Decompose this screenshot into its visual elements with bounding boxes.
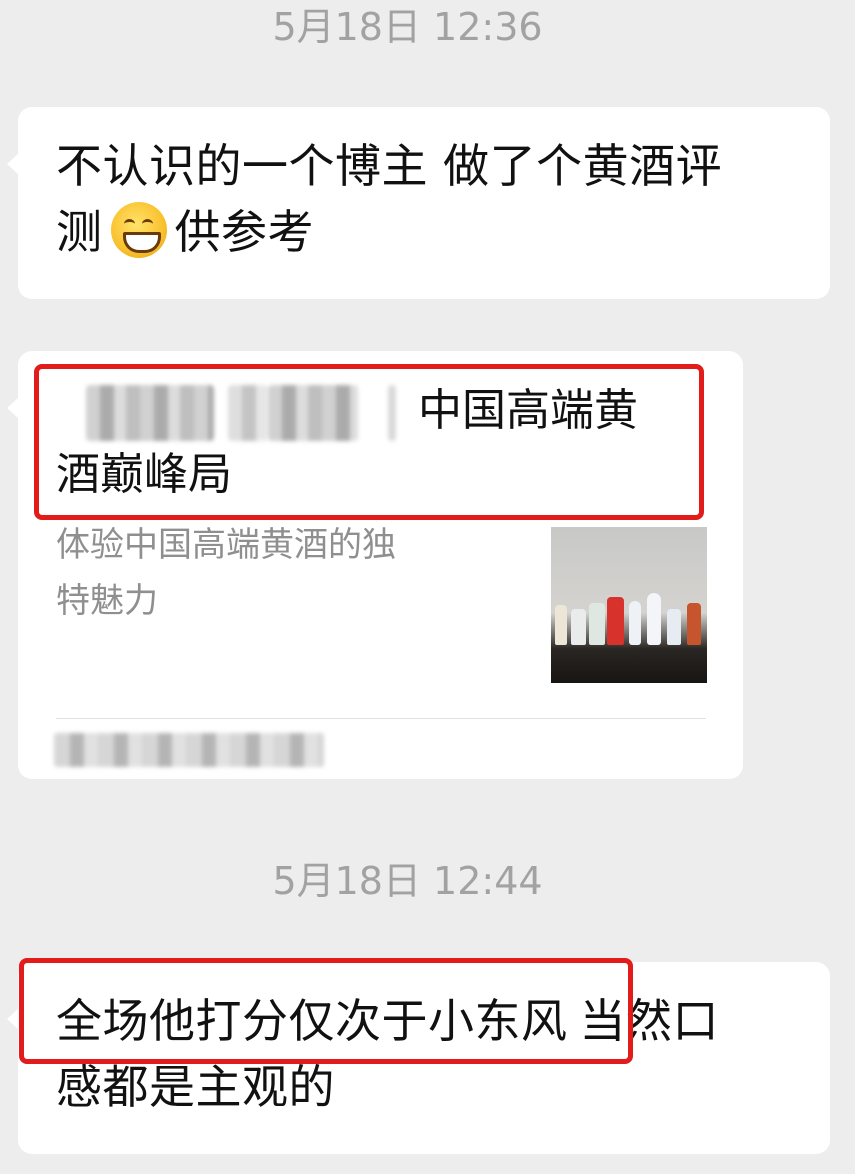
bottle-image — [647, 593, 661, 645]
message-line: 感都是主观的 — [56, 1060, 335, 1114]
card-description: 特魅力 — [56, 581, 158, 621]
bottle-image — [687, 603, 701, 645]
redacted-source-footer — [54, 733, 324, 767]
bottle-image — [607, 597, 624, 645]
card-thumbnail — [551, 527, 707, 683]
timestamp: 5月18日 12:36 — [272, 5, 543, 49]
bottle-image — [589, 603, 605, 645]
message-text: 不认识的一个博主 做了个黄酒评 测 供参考 — [56, 133, 816, 265]
message-line: 供参考 — [174, 205, 314, 259]
message-bubble[interactable]: 不认识的一个博主 做了个黄酒评 测 供参考 — [7, 107, 830, 299]
card-description: 体验中国高端黄酒的独 — [56, 525, 396, 565]
grinning-face-emoji-icon — [110, 202, 167, 258]
card-divider — [56, 718, 706, 719]
bottle-image — [555, 605, 567, 645]
bottle-image — [629, 601, 641, 645]
message-line: 测 — [56, 205, 103, 259]
bottle-image — [667, 609, 681, 645]
timestamp: 5月18日 12:44 — [272, 859, 543, 903]
highlight-box — [34, 364, 704, 520]
bubble-tail — [7, 1008, 19, 1030]
bubble-tail — [7, 153, 19, 175]
bubble-tail — [7, 397, 19, 419]
message-line: 不认识的一个博主 做了个黄酒评 — [56, 139, 723, 193]
highlight-box — [19, 958, 633, 1064]
bottle-image — [571, 609, 586, 645]
